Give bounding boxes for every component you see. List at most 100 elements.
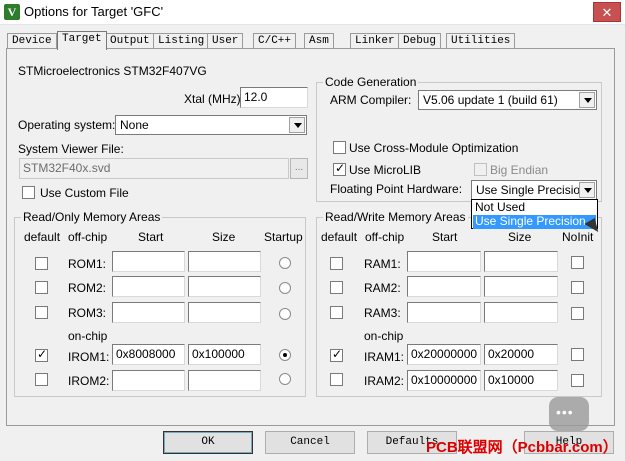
tab-output[interactable]: Output	[105, 33, 155, 49]
ram3-label: RAM3:	[364, 306, 401, 320]
rom1-startup-radio[interactable]	[279, 257, 291, 269]
chevron-down-icon[interactable]	[579, 92, 595, 108]
cross-module-label: Use Cross-Module Optimization	[349, 141, 519, 155]
irom2-size-input[interactable]	[188, 370, 261, 391]
keil-app-icon: V	[4, 4, 20, 20]
iram2-noinit-checkbox[interactable]	[571, 374, 584, 387]
rw-header-default: default	[321, 230, 358, 244]
ro-header-offchip: off-chip	[68, 230, 108, 244]
fp-select-value: Use Single Precision	[476, 183, 587, 197]
iram2-start-input[interactable]: 0x10000000	[407, 370, 481, 391]
ro-memory-title: Read/Only Memory Areas	[21, 210, 163, 224]
irom2-default-checkbox[interactable]	[35, 373, 48, 386]
fp-label: Floating Point Hardware:	[330, 182, 463, 196]
ro-header-start: Start	[138, 230, 164, 244]
ram2-start-input[interactable]	[407, 276, 481, 297]
watermark-text: PCB联盟网（Pcbbar.com）	[426, 439, 618, 456]
microlib-label: Use MicroLIB	[349, 163, 422, 177]
big-endian-label: Big Endian	[490, 163, 549, 177]
rw-header-offchip: off-chip	[365, 230, 405, 244]
iram2-size-input[interactable]: 0x10000	[484, 370, 558, 391]
ram2-label: RAM2:	[364, 281, 401, 295]
rom1-label: ROM1:	[68, 257, 107, 271]
use-custom-file-checkbox[interactable]	[22, 186, 35, 199]
rw-onchip-label: on-chip	[364, 329, 404, 343]
rom1-size-input[interactable]	[188, 251, 261, 272]
rom1-default-checkbox[interactable]	[35, 257, 48, 270]
rom2-default-checkbox[interactable]	[35, 281, 48, 294]
ram2-noinit-checkbox[interactable]	[571, 281, 584, 294]
ro-header-size: Size	[212, 230, 236, 244]
device-name: STMicroelectronics STM32F407VG	[18, 64, 207, 78]
irom2-label: IROM2:	[68, 374, 110, 388]
rom3-default-checkbox[interactable]	[35, 306, 48, 319]
tab-debug[interactable]: Debug	[398, 33, 442, 49]
rom3-startup-radio[interactable]	[279, 308, 291, 320]
fp-option-single-precision[interactable]: Use Single Precision	[473, 215, 596, 229]
rom3-label: ROM3:	[68, 306, 107, 320]
ok-button[interactable]: OK	[163, 431, 253, 454]
ram2-default-checkbox[interactable]	[330, 281, 343, 294]
tab-asm[interactable]: Asm	[304, 33, 334, 49]
irom2-startup-radio[interactable]	[279, 373, 291, 385]
rom3-size-input[interactable]	[188, 302, 261, 323]
iram2-default-checkbox[interactable]	[330, 373, 343, 386]
iram2-label: IRAM2:	[364, 374, 405, 388]
compiler-select[interactable]: V5.06 update 1 (build 61)	[418, 90, 597, 110]
ram1-size-input[interactable]	[484, 251, 558, 272]
tab-utilities[interactable]: Utilities	[446, 33, 516, 49]
svd-label: System Viewer File:	[18, 142, 124, 156]
irom1-default-checkbox[interactable]	[35, 347, 48, 362]
ram2-size-input[interactable]	[484, 276, 558, 297]
tab-target[interactable]: Target	[57, 31, 107, 50]
ram3-size-input[interactable]	[484, 302, 558, 323]
rw-header-size: Size	[508, 230, 532, 244]
rom3-start-input[interactable]	[112, 302, 185, 323]
cancel-button[interactable]: Cancel	[265, 431, 355, 454]
browse-button: ...	[290, 158, 308, 179]
iram1-noinit-checkbox[interactable]	[571, 348, 584, 361]
tab-listing[interactable]: Listing	[153, 33, 210, 49]
ram1-start-input[interactable]	[407, 251, 481, 272]
os-label: Operating system:	[18, 118, 116, 132]
ram3-start-input[interactable]	[407, 302, 481, 323]
svd-input: STM32F40x.svd	[19, 158, 289, 179]
tab-linker[interactable]: Linker	[350, 33, 400, 49]
irom1-startup-radio[interactable]	[279, 349, 291, 361]
ram1-noinit-checkbox[interactable]	[571, 256, 584, 269]
rom2-size-input[interactable]	[188, 276, 261, 297]
rom2-startup-radio[interactable]	[279, 282, 291, 294]
tab-user[interactable]: User	[207, 33, 244, 49]
use-custom-file-label: Use Custom File	[40, 186, 129, 200]
cross-module-checkbox[interactable]	[333, 141, 346, 154]
ro-header-startup: Startup	[264, 230, 303, 244]
chevron-down-icon[interactable]	[579, 182, 595, 198]
close-button[interactable]: ✕	[593, 2, 621, 22]
xtal-input[interactable]: 12.0	[240, 87, 308, 108]
ram3-noinit-checkbox[interactable]	[571, 307, 584, 320]
os-select-value: None	[120, 118, 149, 132]
fp-dropdown-list: Not Used Use Single Precision	[471, 199, 598, 229]
ro-header-default: default	[24, 230, 61, 244]
xtal-label: Xtal (MHz):	[184, 92, 244, 106]
microlib-checkbox[interactable]	[333, 161, 346, 176]
iram1-start-input[interactable]: 0x20000000	[407, 344, 481, 365]
chevron-down-icon[interactable]	[289, 117, 305, 133]
irom2-start-input[interactable]	[112, 370, 185, 391]
ram1-label: RAM1:	[364, 257, 401, 271]
iram1-default-checkbox[interactable]	[330, 347, 343, 362]
os-select[interactable]: None	[115, 115, 307, 135]
rom1-start-input[interactable]	[112, 251, 185, 272]
tab-device[interactable]: Device	[7, 33, 57, 49]
ram1-default-checkbox[interactable]	[330, 257, 343, 270]
fp-option-not-used[interactable]: Not Used	[473, 201, 596, 215]
fp-select[interactable]: Use Single Precision	[471, 180, 597, 200]
ram3-default-checkbox[interactable]	[330, 306, 343, 319]
irom1-label: IROM1:	[68, 350, 110, 364]
iram1-label: IRAM1:	[364, 350, 405, 364]
irom1-size-input[interactable]: 0x100000	[188, 344, 261, 365]
rom2-start-input[interactable]	[112, 276, 185, 297]
iram1-size-input[interactable]: 0x20000	[484, 344, 558, 365]
irom1-start-input[interactable]: 0x8008000	[112, 344, 185, 365]
tab-c-cpp[interactable]: C/C++	[253, 33, 297, 49]
